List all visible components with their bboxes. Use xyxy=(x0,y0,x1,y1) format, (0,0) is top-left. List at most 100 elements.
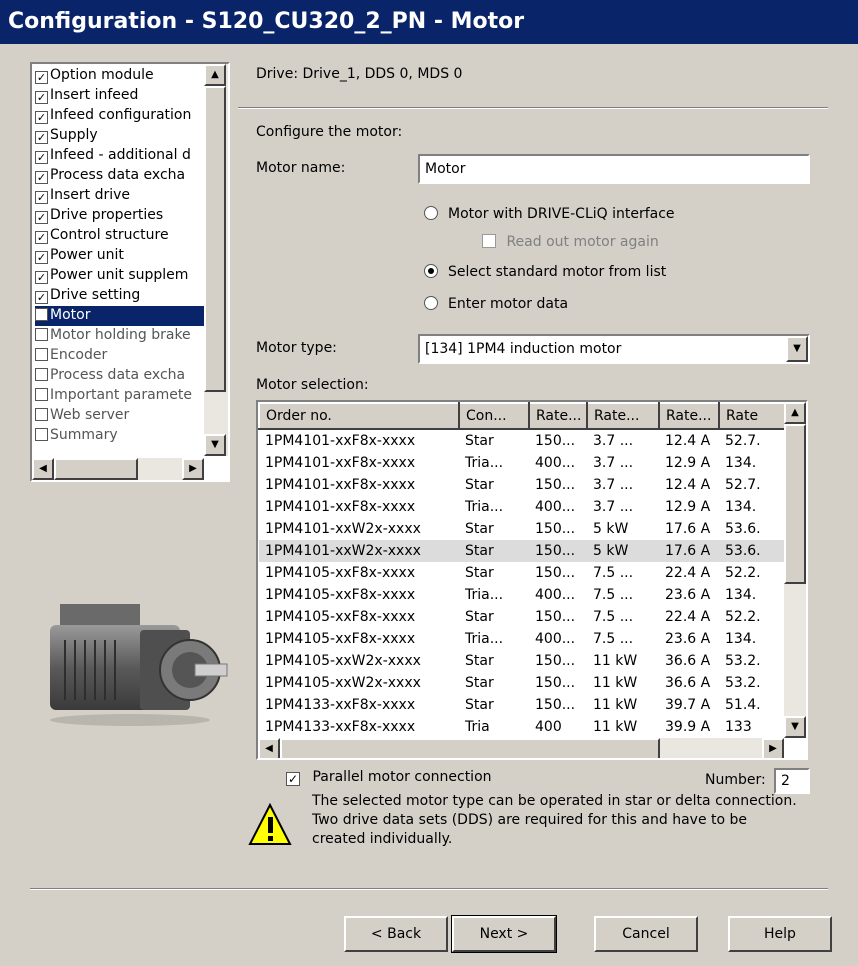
navigation-list[interactable]: ✓ Option module ✓ Insert infeed ✓ Infeed conf… xyxy=(30,62,230,482)
nav-item[interactable]: ✓ Drive properties xyxy=(35,206,205,226)
header-separator xyxy=(238,107,828,109)
table-cell: 7.5 ... xyxy=(593,587,634,603)
table-cell: 7.5 ... xyxy=(593,631,634,647)
parallel-connection-option[interactable]: ✓ Parallel motor connection xyxy=(286,769,492,786)
number-input[interactable]: 2 xyxy=(774,768,810,794)
table-row[interactable]: 1PM4133-xxF8x-xxxx Star 150... 11 kW 39.7 A 5… xyxy=(259,694,789,716)
drive-info: Drive: Drive_1, DDS 0, MDS 0 xyxy=(256,66,463,82)
table-row[interactable]: 1PM4101-xxF8x-xxxx Tria... 400... 3.7 ... 12… xyxy=(259,496,789,518)
table-row[interactable]: 1PM4105-xxF8x-xxxx Star 150... 7.5 ... 22.4 … xyxy=(259,606,789,628)
nav-item-label: Process data excha xyxy=(50,367,186,383)
table-cell: Star xyxy=(465,609,494,625)
nav-item[interactable]: Summary xyxy=(35,426,205,446)
nav-item-label: Insert infeed xyxy=(50,87,139,103)
nav-item[interactable]: Important paramete xyxy=(35,386,205,406)
nav-item[interactable]: Web server xyxy=(35,406,205,426)
radio-enter-option[interactable]: Enter motor data xyxy=(424,296,568,312)
table-cell: 1PM4101-xxF8x-xxxx xyxy=(265,433,416,449)
nav-item[interactable]: ✓ Control structure xyxy=(35,226,205,246)
nav-item[interactable]: ✓ Infeed - additional d xyxy=(35,146,205,166)
table-cell: 3.7 ... xyxy=(593,433,634,449)
nav-scroll-left-button[interactable]: ◀ xyxy=(32,458,54,480)
table-cell: 400... xyxy=(535,587,576,603)
table-row[interactable]: 1PM4105-xxF8x-xxxx Star 150... 7.5 ... 22.4 … xyxy=(259,562,789,584)
radio-standard-label: Select standard motor from list xyxy=(448,264,667,280)
chevron-down-icon[interactable]: ▼ xyxy=(786,336,808,362)
motor-name-input[interactable]: Motor xyxy=(418,154,810,184)
table-scroll-down-button[interactable]: ▼ xyxy=(784,716,806,738)
table-row[interactable]: 1PM4101-xxF8x-xxxx Tria... 400... 3.7 ... 12… xyxy=(259,452,789,474)
radio-standard[interactable] xyxy=(424,264,438,278)
radio-driveclic-option[interactable]: Motor with DRIVE-CLiQ interface xyxy=(424,206,675,222)
column-header[interactable]: Con... xyxy=(458,402,530,430)
nav-item[interactable]: ✓ Power unit xyxy=(35,246,205,266)
radio-standard-option[interactable]: Select standard motor from list xyxy=(424,264,666,280)
table-cell: 150... xyxy=(535,521,576,537)
table-row[interactable]: 1PM4105-xxW2x-xxxx Star 150... 11 kW 36.6 A 5… xyxy=(259,672,789,694)
table-scroll-thumb[interactable] xyxy=(784,424,806,584)
nav-item[interactable]: ✓ Infeed configuration xyxy=(35,106,205,126)
column-header[interactable]: Rate... xyxy=(528,402,588,430)
table-scroll-left-button[interactable]: ◀ xyxy=(258,738,280,758)
column-header[interactable]: Rate xyxy=(718,402,790,430)
nav-item[interactable]: ✓ Process data excha xyxy=(35,166,205,186)
table-row[interactable]: 1PM4105-xxF8x-xxxx Tria... 400... 7.5 ... 23… xyxy=(259,584,789,606)
nav-scroll-up-button[interactable]: ▲ xyxy=(204,64,226,86)
help-button[interactable]: Help xyxy=(728,916,832,952)
configure-motor-label: Configure the motor: xyxy=(256,124,403,140)
parallel-connection-checkbox[interactable]: ✓ xyxy=(286,772,300,786)
table-row[interactable]: 1PM4101-xxW2x-xxxx Star 150... 5 kW 17.6 A 53… xyxy=(259,518,789,540)
nav-item[interactable]: ✓ Insert drive xyxy=(35,186,205,206)
cancel-button[interactable]: Cancel xyxy=(594,916,698,952)
nav-item-label: Infeed - additional d xyxy=(50,147,191,163)
table-cell: 134. xyxy=(725,587,757,603)
table-row[interactable]: 1PM4105-xxW2x-xxxx Star 150... 11 kW 36.6 A 5… xyxy=(259,650,789,672)
table-cell: 53.2. xyxy=(725,675,761,691)
table-row[interactable]: 1PM4101-xxF8x-xxxx Star 150... 3.7 ... 12.4 … xyxy=(259,474,789,496)
nav-scroll-down-button[interactable]: ▼ xyxy=(204,434,226,456)
nav-item[interactable]: ✓ Drive setting xyxy=(35,286,205,306)
table-cell: 7.5 ... xyxy=(593,565,634,581)
read-out-motor-checkbox xyxy=(482,234,496,248)
table-scroll-right-button[interactable]: ▶ xyxy=(762,738,784,758)
radio-enter[interactable] xyxy=(424,296,438,310)
nav-item-label: Control structure xyxy=(50,227,169,243)
motor-selection-table[interactable]: Order no. Con... Rate... Rate... Rate... Rate… xyxy=(256,400,808,760)
nav-item-label: Supply xyxy=(50,127,98,143)
column-header[interactable]: Rate... xyxy=(658,402,720,430)
nav-scroll-right-button[interactable]: ▶ xyxy=(182,458,204,480)
nav-item[interactable]: ✓ Supply xyxy=(35,126,205,146)
column-header[interactable]: Order no. xyxy=(258,402,460,430)
nav-item[interactable]: Process data excha xyxy=(35,366,205,386)
motor-type-select[interactable]: [134] 1PM4 induction motor ▼ xyxy=(418,334,810,364)
number-label: Number: xyxy=(705,772,766,788)
nav-item[interactable]: ✓ Power unit supplem xyxy=(35,266,205,286)
table-row[interactable]: 1PM4105-xxF8x-xxxx Tria... 400... 7.5 ... 23… xyxy=(259,628,789,650)
table-cell: 36.6 A xyxy=(665,675,711,691)
table-cell: 52.2. xyxy=(725,565,761,581)
table-row[interactable]: 1PM4101-xxF8x-xxxx Star 150... 3.7 ... 12.4 … xyxy=(259,429,789,452)
column-header[interactable]: Rate... xyxy=(586,402,660,430)
table-cell: 36.6 A xyxy=(665,653,711,669)
table-scroll-up-button[interactable]: ▲ xyxy=(784,402,806,424)
nav-item[interactable]: ✓ Insert infeed xyxy=(35,86,205,106)
nav-item[interactable]: Motor xyxy=(35,306,205,326)
nav-item-label: Drive properties xyxy=(50,207,164,223)
table-cell: 3.7 ... xyxy=(593,455,634,471)
table-cell: Star xyxy=(465,565,494,581)
nav-item[interactable]: Motor holding brake xyxy=(35,326,205,346)
next-button[interactable]: Next > xyxy=(451,915,557,953)
table-row[interactable]: 1PM4101-xxW2x-xxxx Star 150... 5 kW 17.6 A 53… xyxy=(259,540,789,562)
table-cell: 1PM4105-xxF8x-xxxx xyxy=(265,565,416,581)
table-cell: 150... xyxy=(535,697,576,713)
nav-scroll-thumb[interactable] xyxy=(204,86,226,392)
table-row[interactable]: 1PM4133-xxF8x-xxxx Tria 400 11 kW 39.9 A 133 xyxy=(259,716,789,738)
back-button[interactable]: < Back xyxy=(344,916,448,952)
nav-item[interactable]: Encoder xyxy=(35,346,205,366)
nav-hscroll-thumb[interactable] xyxy=(54,458,138,480)
table-hscroll-thumb[interactable] xyxy=(280,738,660,758)
nav-item[interactable]: ✓ Option module xyxy=(35,66,205,86)
nav-item-checkbox: ✓ xyxy=(35,191,48,204)
radio-driveclic[interactable] xyxy=(424,206,438,220)
table-cell: 22.4 A xyxy=(665,565,711,581)
